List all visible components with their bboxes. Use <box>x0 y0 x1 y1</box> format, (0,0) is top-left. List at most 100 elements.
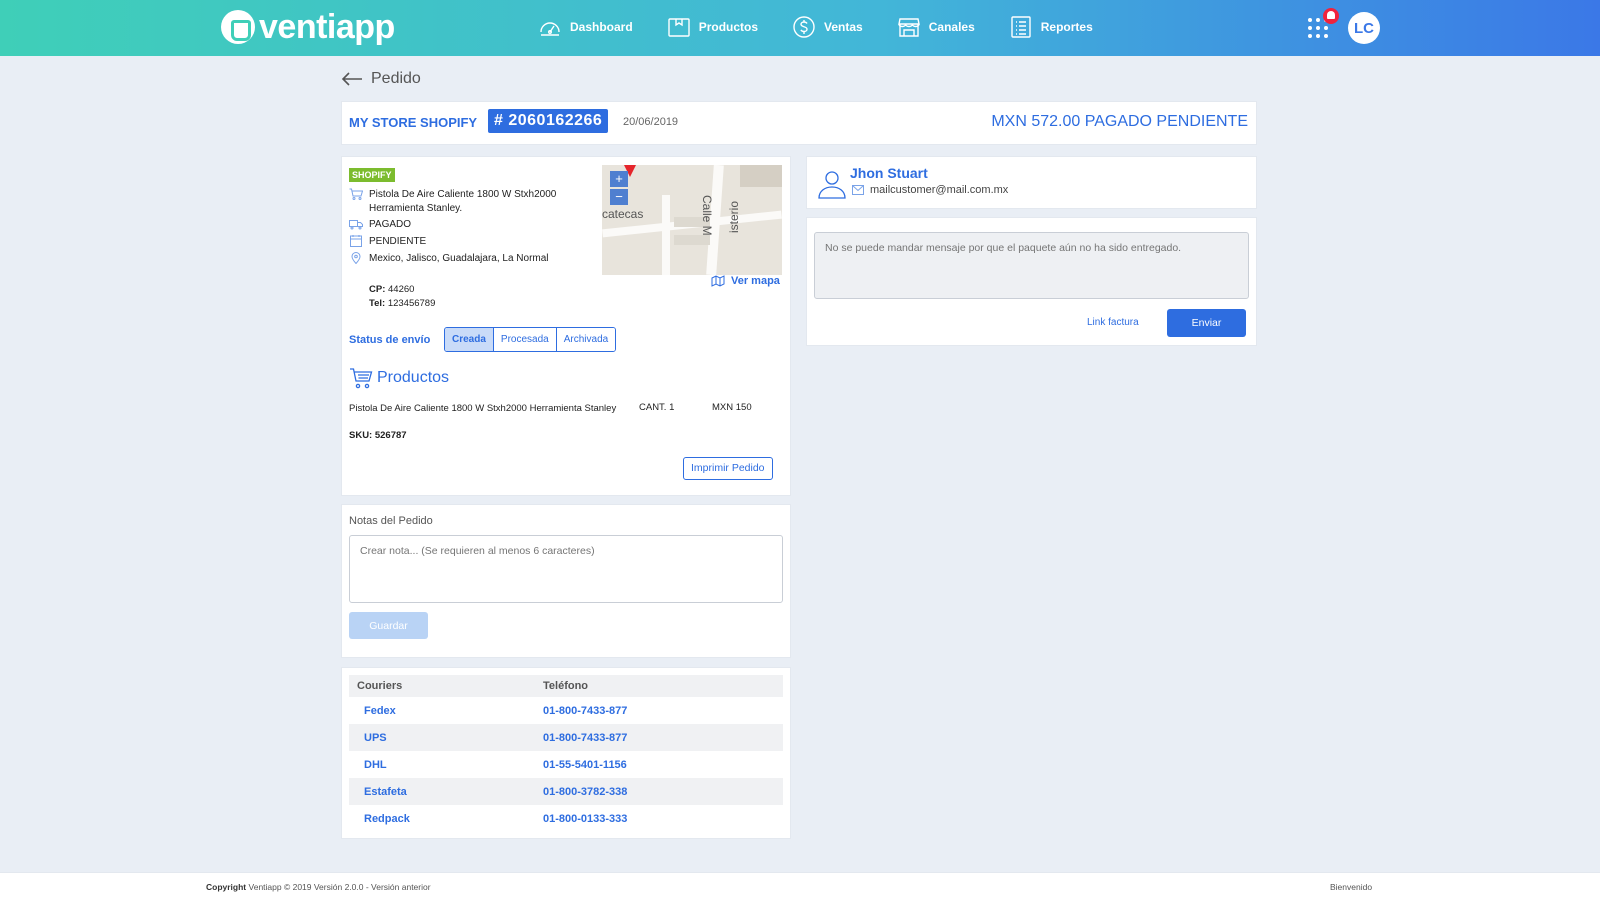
welcome-text: Bienvenido <box>1330 882 1373 892</box>
info-fulfillment-text: PENDIENTE <box>369 236 427 247</box>
nav-dashboard[interactable]: Dashboard <box>538 14 633 40</box>
courier-phone[interactable]: 01-800-7433-877 <box>535 724 783 751</box>
tel-value: 123456789 <box>387 298 436 309</box>
status-option-procesada[interactable]: Procesada <box>493 328 557 351</box>
message-card: Link factura Enviar <box>806 217 1257 346</box>
nav-ventas[interactable]: Ventas <box>792 14 863 40</box>
products-title: Productos <box>377 369 450 386</box>
copyright-text: Ventiapp © 2019 Versión 2.0.0 - Versión … <box>248 882 431 892</box>
tel-label: Tel: <box>369 298 386 309</box>
order-detail-card: SHOPIFY Pistola De Aire Caliente 1800 W … <box>341 156 791 496</box>
store-icon <box>897 18 920 37</box>
status-option-archivada[interactable]: Archivada <box>556 328 616 351</box>
map-zoom-controls: + − <box>610 171 628 207</box>
info-address-text: Mexico, Jalisco, Guadalajara, La Normal <box>369 253 549 264</box>
send-button[interactable]: Enviar <box>1167 309 1246 337</box>
user-avatar[interactable]: LC <box>1348 12 1380 44</box>
map-street-label: Calle M <box>700 195 714 236</box>
cp-label: CP: <box>369 284 386 295</box>
dollar-icon <box>793 16 815 38</box>
speedometer-icon <box>540 22 560 36</box>
notes-title: Notas del Pedido <box>349 515 433 527</box>
map-thumbnail[interactable]: + − catecas Calle M isterio <box>602 165 782 275</box>
courier-phone[interactable]: 01-800-7433-877 <box>535 697 783 724</box>
zoom-in-button[interactable]: + <box>610 171 628 187</box>
save-note-button[interactable]: Guardar <box>349 612 428 639</box>
message-input[interactable] <box>814 232 1249 299</box>
nav-reportes-label: Reportes <box>1040 20 1093 34</box>
cart-icon <box>349 188 363 200</box>
customer-email: mailcustomer@mail.com.mx <box>852 184 1008 196</box>
arrow-left-icon <box>341 72 362 86</box>
table-row: Estafeta 01-800-3782-338 <box>349 778 783 805</box>
invoice-link[interactable]: Link factura <box>1087 317 1139 328</box>
courier-name[interactable]: UPS <box>349 724 535 751</box>
channel-badge: SHOPIFY <box>349 168 395 182</box>
info-payment: PAGADO <box>349 218 411 232</box>
footer: Copyright Ventiapp © 2019 Versión 2.0.0 … <box>0 872 1600 900</box>
order-header: MY STORE SHOPIFY # 2060162266 20/06/2019… <box>341 101 1257 145</box>
ver-mapa-link[interactable]: Ver mapa <box>711 275 780 287</box>
notification-bell-icon[interactable] <box>1323 8 1339 24</box>
map-street-label: catecas <box>602 207 644 221</box>
nav-ventas-label: Ventas <box>824 20 863 34</box>
postal-info: CP: 44260 Tel: 123456789 <box>369 283 435 311</box>
logo-text: ventiapp <box>259 8 395 46</box>
courier-name[interactable]: DHL <box>349 751 535 778</box>
envelope-icon <box>852 185 864 195</box>
info-address: Mexico, Jalisco, Guadalajara, La Normal <box>349 252 549 266</box>
product-name: Pistola De Aire Caliente 1800 W Stxh2000… <box>349 403 617 414</box>
order-total-status: MXN 572.00 PAGADO PENDIENTE <box>991 113 1248 130</box>
order-id-badge: # 2060162266 <box>488 109 609 133</box>
nav-reportes[interactable]: Reportes <box>1009 14 1093 40</box>
status-option-creada[interactable]: Creada <box>445 328 494 351</box>
nav-productos-label: Productos <box>698 20 759 34</box>
courier-phone[interactable]: 01-55-5401-1156 <box>535 751 783 778</box>
cart-icon <box>350 368 373 389</box>
nav-productos[interactable]: Productos <box>667 14 758 40</box>
product-sku: SKU: 526787 <box>349 430 407 441</box>
logo-cup-icon <box>221 10 255 44</box>
courier-name[interactable]: Estafeta <box>349 778 535 805</box>
nav-canales-label: Canales <box>928 20 975 34</box>
calendar-icon <box>350 235 362 247</box>
page-title: Pedido <box>371 70 421 87</box>
box-icon <box>667 18 690 37</box>
courier-phone[interactable]: 01-800-3782-338 <box>535 778 783 805</box>
main-nav: Dashboard Productos Ventas Canales Repor… <box>538 14 1093 40</box>
customer-name: Jhon Stuart <box>850 165 928 181</box>
order-notes-card: Notas del Pedido Guardar <box>341 504 791 658</box>
courier-phone[interactable]: 01-800-0133-333 <box>535 805 783 832</box>
info-product-text: Pistola De Aire Caliente 1800 W Stxh2000… <box>369 189 557 214</box>
location-pin-icon <box>351 252 361 264</box>
list-icon <box>1011 16 1031 38</box>
copyright-label: Copyright <box>206 882 247 892</box>
nav-canales[interactable]: Canales <box>897 14 975 40</box>
column-header-courier: Couriers <box>349 675 535 697</box>
print-order-button[interactable]: Imprimir Pedido <box>683 457 773 480</box>
store-name: MY STORE SHOPIFY <box>349 115 478 130</box>
copyright: Copyright Ventiapp © 2019 Versión 2.0.0 … <box>206 882 431 892</box>
shipping-status-label: Status de envío <box>349 334 431 346</box>
couriers-table: Couriers Teléfono Fedex 01-800-7433-877 … <box>349 675 783 832</box>
product-qty: CANT. 1 <box>639 402 675 413</box>
zoom-out-button[interactable]: − <box>610 189 628 205</box>
info-fulfillment: PENDIENTE <box>349 235 426 249</box>
map-street-label: isterio <box>727 200 741 233</box>
table-row: Redpack 01-800-0133-333 <box>349 805 783 832</box>
table-row: Fedex 01-800-7433-877 <box>349 697 783 724</box>
order-date: 20/06/2019 <box>623 116 679 128</box>
courier-name[interactable]: Redpack <box>349 805 535 832</box>
note-input[interactable] <box>349 535 783 603</box>
shipping-status-toggle: Creada Procesada Archivada <box>444 327 617 352</box>
table-row: UPS 01-800-7433-877 <box>349 724 783 751</box>
couriers-card: Couriers Teléfono Fedex 01-800-7433-877 … <box>341 667 791 839</box>
info-payment-text: PAGADO <box>369 219 412 230</box>
table-row: DHL 01-55-5401-1156 <box>349 751 783 778</box>
courier-name[interactable]: Fedex <box>349 697 535 724</box>
back-link[interactable]: Pedido <box>341 70 421 88</box>
nav-dashboard-label: Dashboard <box>570 20 633 34</box>
logo[interactable]: ventiapp <box>221 9 395 45</box>
map-icon <box>711 275 725 287</box>
truck-icon <box>349 220 363 230</box>
